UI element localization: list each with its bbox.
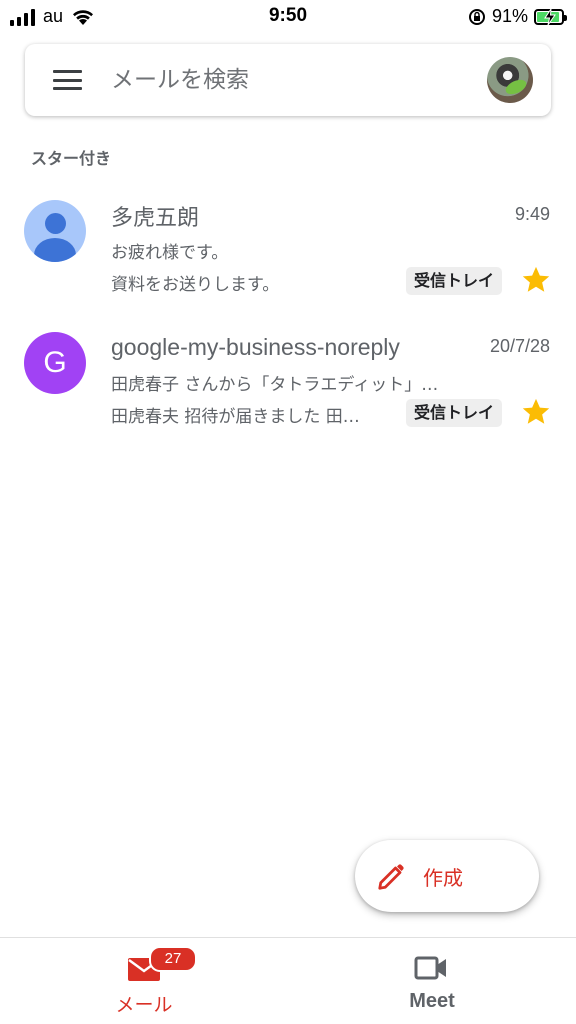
person-icon bbox=[45, 213, 66, 234]
compose-label: 作成 bbox=[423, 866, 463, 890]
sender-avatar bbox=[24, 200, 86, 262]
status-bar: au 9:50 91% bbox=[0, 0, 576, 34]
status-right: 91% bbox=[468, 6, 567, 27]
account-avatar[interactable] bbox=[487, 57, 533, 103]
email-sender: 多虎五朗 bbox=[111, 206, 200, 231]
bottom-nav: 27 メール Meet bbox=[0, 937, 576, 1024]
sender-avatar: G bbox=[24, 332, 86, 394]
unread-count-badge: 27 bbox=[149, 946, 197, 972]
nav-meet-tab[interactable]: Meet bbox=[288, 938, 576, 1024]
email-sender: google-my-business-noreply bbox=[111, 334, 400, 360]
battery-icon bbox=[534, 8, 567, 25]
email-subject: 田虎春子 さんから「タトラエディット」… bbox=[111, 375, 439, 395]
section-label-starred: スター付き bbox=[31, 149, 112, 168]
charging-bolt-icon bbox=[544, 8, 556, 25]
rotation-lock-icon bbox=[468, 8, 485, 25]
star-icon[interactable] bbox=[520, 396, 552, 428]
email-subject: お疲れ様です。 bbox=[111, 243, 229, 263]
inbox-label-chip: 受信トレイ bbox=[406, 399, 503, 427]
pencil-icon bbox=[378, 864, 404, 890]
video-camera-icon bbox=[414, 956, 446, 980]
compose-button[interactable]: 作成 bbox=[355, 840, 539, 912]
hamburger-menu-icon[interactable] bbox=[53, 70, 82, 90]
search-bar bbox=[25, 44, 551, 116]
inbox-label-chip: 受信トレイ bbox=[406, 267, 503, 295]
nav-mail-tab[interactable]: 27 メール bbox=[0, 938, 288, 1024]
email-row[interactable]: 多虎五朗 9:49 お疲れ様です。 資料をお送りします。 受信トレイ bbox=[0, 190, 576, 306]
email-snippet: 資料をお送りします。 bbox=[111, 275, 280, 295]
email-time: 20/7/28 bbox=[489, 336, 550, 356]
email-time: 9:49 bbox=[514, 204, 550, 224]
star-icon[interactable] bbox=[520, 264, 552, 296]
email-snippet: 田虎春夫 招待が届きました 田… bbox=[111, 407, 360, 427]
nav-mail-label: メール bbox=[115, 994, 173, 1016]
search-input[interactable] bbox=[111, 62, 451, 98]
battery-percent: 91% bbox=[491, 6, 528, 26]
nav-meet-label: Meet bbox=[409, 990, 455, 1012]
email-row[interactable]: G google-my-business-noreply 20/7/28 田虎春… bbox=[0, 322, 576, 438]
